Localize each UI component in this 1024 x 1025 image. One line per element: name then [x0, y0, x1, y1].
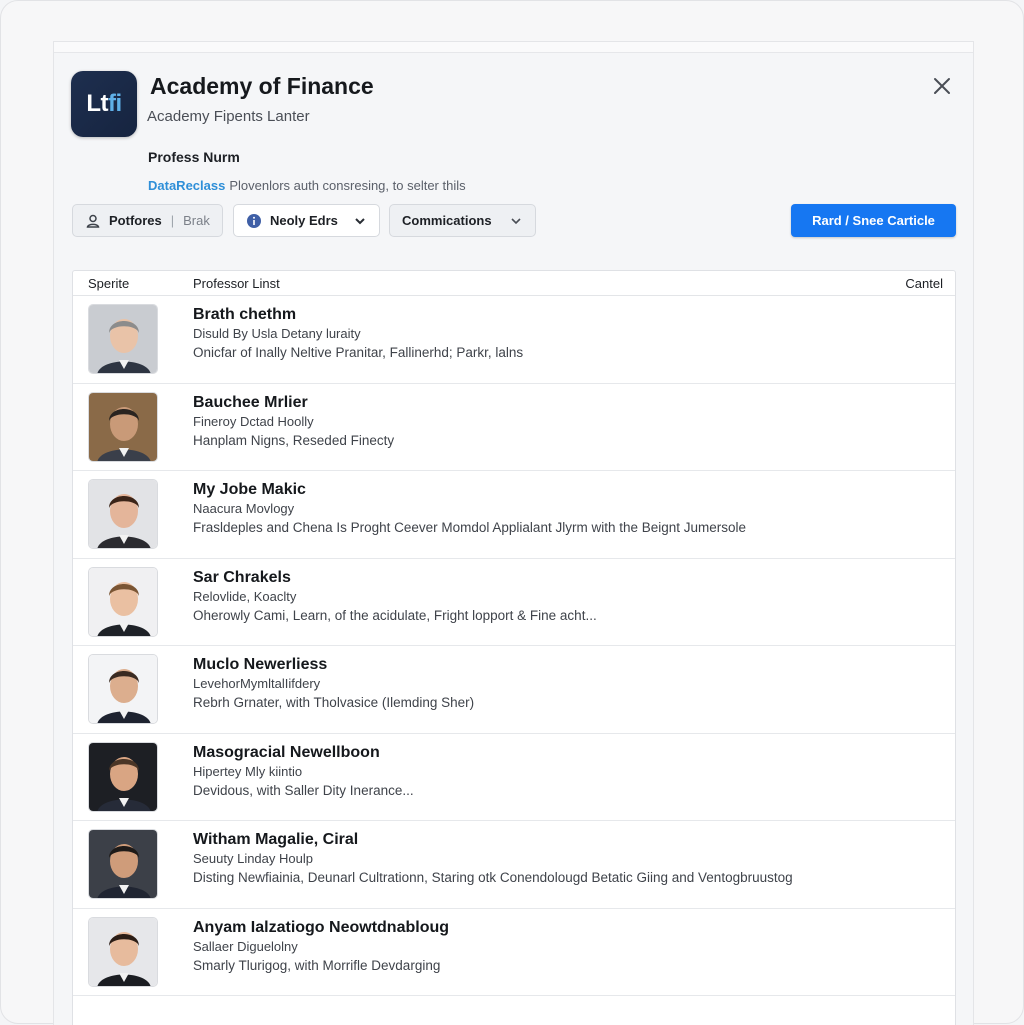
professor-list: Sperite Professor Linst Cantel Brath che…	[72, 270, 956, 1025]
avatar	[88, 304, 158, 374]
list-item[interactable]: Masogracial Newellboon Hipertey Mly kiint…	[73, 734, 955, 821]
profiles-divider: |	[170, 213, 175, 228]
close-icon	[934, 78, 950, 94]
avatar	[88, 654, 158, 724]
list-rows: Brath chethm Disuld By Usla Detany lurait…	[73, 296, 955, 996]
profiles-secondary-label: Brak	[183, 213, 210, 228]
portrait-image	[89, 392, 157, 461]
list-item[interactable]: Bauchee Mrlier Fineroy Dctad Hoolly Hanpla…	[73, 384, 955, 471]
avatar	[88, 916, 158, 987]
row-description: Rebrh Grnater, with Tholvasice (Ilemding…	[193, 695, 475, 710]
profiles-filter-button[interactable]: Potfores | Brak	[72, 204, 223, 237]
row-description: Hanplam Nigns, Reseded Finecty	[193, 432, 395, 448]
primary-action-button[interactable]: Rard / Snee Carticle	[791, 204, 956, 237]
close-button[interactable]	[928, 72, 956, 100]
dialog-top-strip	[54, 42, 973, 53]
row-role: Disuld By Usla Detany luraity	[193, 326, 361, 341]
header-title[interactable]: Professor Linst	[193, 276, 280, 291]
window-frame: Ltfi Academy of Finance Academy Fipents …	[0, 0, 1024, 1025]
logo-text: Ltfi	[86, 90, 122, 117]
row-role: Relovlide, Koaclty	[193, 588, 297, 604]
newly-edited-dropdown[interactable]: Neoly Edrs	[233, 204, 380, 237]
avatar	[88, 829, 158, 899]
app-subtitle: Academy Fipents Lanter	[147, 108, 310, 125]
header-sprite[interactable]: Sperite	[88, 276, 129, 291]
row-name: Muclo Newerliess	[193, 656, 328, 673]
row-description: Oherowly Cami, Learn, of the acidulate, …	[193, 607, 597, 623]
row-name: Anyam Ialzatiogo Neowtdnabloug	[193, 918, 450, 936]
avatar	[88, 741, 158, 812]
row-name: My Jobe Makic	[193, 481, 306, 498]
section-label: Profess Nurm	[148, 149, 240, 165]
list-header: Sperite Professor Linst Cantel	[73, 271, 955, 296]
row-description: Frasldeples and Chena Is Proght Ceever M…	[193, 520, 747, 535]
list-item[interactable]: Sar Chrakels Relovlide, Koaclty Oherowly C…	[73, 559, 955, 646]
row-role: Fineroy Dctad Hoolly	[193, 413, 314, 429]
list-item[interactable]: Muclo Newerliess LevehorMymltalIifdery Reb…	[73, 646, 955, 734]
info-circle-icon	[246, 213, 262, 229]
list-item[interactable]: Witham Magalie, Ciral Seuuty Linday Houlp…	[73, 821, 955, 909]
row-name: Brath chethm	[193, 306, 297, 323]
avatar	[88, 391, 158, 462]
row-name: Sar Chrakels	[193, 568, 291, 586]
chevron-down-icon	[353, 214, 367, 228]
app-logo: Ltfi	[71, 71, 137, 137]
hint-link[interactable]: DataReclass	[148, 178, 225, 193]
hint-text: Plovenlors auth consresing, to selter th…	[229, 178, 466, 193]
list-item[interactable]: Anyam Ialzatiogo Neowtdnabloug Sallaer Di…	[73, 909, 955, 996]
row-name: Masogracial Newellboon	[193, 743, 380, 761]
row-role: LevehorMymltalIifdery	[193, 676, 321, 691]
app-title: Academy of Finance	[150, 73, 374, 99]
newly-edited-label: Neoly Edrs	[270, 213, 338, 228]
communications-label: Commications	[402, 213, 492, 228]
portrait-image	[89, 655, 157, 723]
row-name: Witham Magalie, Ciral	[193, 831, 359, 848]
chevron-down-icon	[509, 214, 523, 228]
communications-dropdown[interactable]: Commications	[389, 204, 536, 237]
section-hint: DataReclass Plovenlors auth consresing, t…	[148, 178, 466, 193]
row-name: Bauchee Mrlier	[193, 393, 308, 411]
row-description: Smarly Tlurigog, with Morrifle Devdargin…	[193, 957, 441, 973]
portrait-image	[89, 830, 157, 898]
avatar	[88, 566, 158, 637]
row-role: Naacura Movlogy	[193, 501, 295, 516]
row-description: Onicfar of Inally Neltive Pranitar, Fall…	[193, 345, 524, 360]
person-badge-icon	[85, 213, 101, 229]
row-role: Seuuty Linday Houlp	[193, 851, 313, 866]
row-description: Devidous, with Saller Dity Inerance...	[193, 782, 414, 798]
portrait-image	[89, 567, 157, 636]
portrait-image	[89, 480, 157, 548]
portrait-image	[89, 742, 157, 811]
row-role: Hipertey Mly kiintio	[193, 763, 303, 779]
header-cancel[interactable]: Cantel	[905, 276, 943, 291]
row-description: Disting Newfiainia, Deunarl Cultrationn,…	[193, 870, 793, 885]
avatar	[88, 479, 158, 549]
portrait-image	[89, 305, 157, 373]
portrait-image	[89, 917, 157, 986]
row-role: Sallaer Diguelolny	[193, 938, 298, 954]
list-item[interactable]: My Jobe Makic Naacura Movlogy Frasldeples …	[73, 471, 955, 559]
profiles-filter-label: Potfores	[109, 213, 162, 228]
dialog-card: Ltfi Academy of Finance Academy Fipents …	[53, 41, 974, 1025]
list-item[interactable]: Brath chethm Disuld By Usla Detany lurait…	[73, 296, 955, 384]
